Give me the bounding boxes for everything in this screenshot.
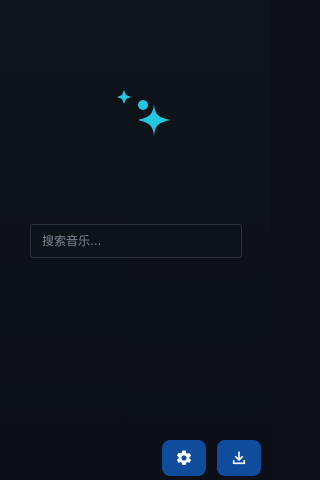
search-input[interactable] [31, 225, 241, 257]
settings-button[interactable] [162, 440, 206, 476]
download-icon [231, 450, 247, 466]
gear-icon [175, 449, 193, 467]
search-box [30, 224, 242, 258]
download-button[interactable] [217, 440, 261, 476]
app-screen [0, 0, 270, 480]
sparkle-logo-icon [112, 86, 176, 142]
